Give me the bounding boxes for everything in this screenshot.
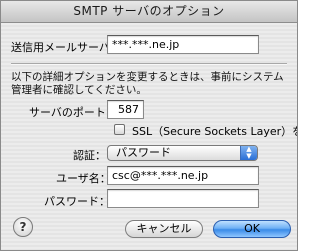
ssl-label: SSL（Secure Sockets Layer）を使用 <box>132 125 297 138</box>
popup-arrows-icon: ▲ ▼ <box>240 146 257 160</box>
auth-popup[interactable]: パスワード ▲ ▼ <box>107 145 258 161</box>
smtp-options-dialog: SMTP サーバのオプション 送信用メールサーバ： ***.***.ne.jp … <box>0 0 298 251</box>
username-field[interactable]: csc@***.***.ne.jp <box>107 166 259 185</box>
port-field[interactable]: 587 <box>107 100 144 119</box>
outgoing-server-field[interactable]: ***.***.ne.jp <box>107 35 259 54</box>
separator <box>11 63 287 65</box>
auth-label: 認証： <box>73 149 106 162</box>
password-label: パスワード： <box>44 195 110 208</box>
admin-note: 以下の詳細オプションを変更するときは、事前にシステム管理者に確認してください。 <box>11 71 284 96</box>
dialog-content: 送信用メールサーバ： ***.***.ne.jp 以下の詳細オプションを変更する… <box>1 23 297 250</box>
outgoing-server-label: 送信用メールサーバ： <box>11 41 121 54</box>
password-field[interactable] <box>107 189 259 208</box>
auth-selected-value: パスワード <box>116 146 171 159</box>
ok-button[interactable]: OK <box>213 220 291 238</box>
help-button[interactable]: ? <box>13 217 33 237</box>
port-label: サーバのポート： <box>29 106 117 119</box>
cancel-button[interactable]: キャンセル <box>125 220 203 238</box>
window-title: SMTP サーバのオプション <box>1 1 297 23</box>
username-label: ユーザ名： <box>56 172 111 185</box>
ssl-checkbox[interactable] <box>114 124 125 135</box>
